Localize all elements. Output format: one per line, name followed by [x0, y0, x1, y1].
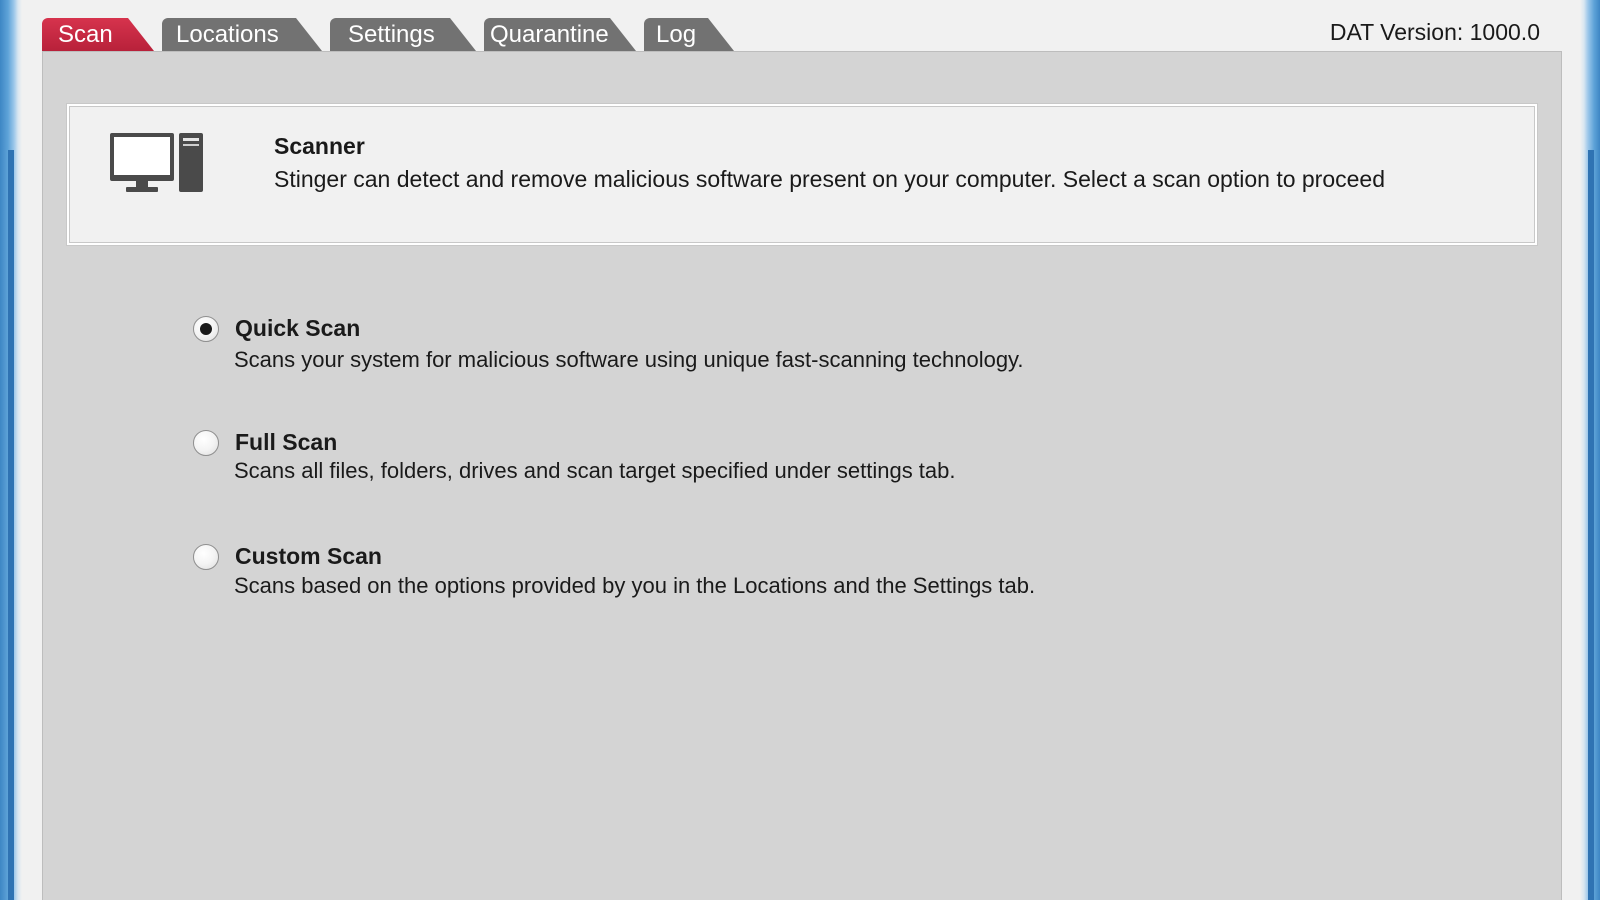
- full-scan-label: Full Scan: [235, 429, 338, 455]
- tab-locations[interactable]: Locations: [162, 18, 322, 51]
- custom-scan-description: Scans based on the options provided by y…: [234, 573, 1036, 598]
- tab-settings[interactable]: Settings: [330, 18, 476, 51]
- tab-log[interactable]: Log: [644, 18, 734, 51]
- scan-panel: Scanner Stinger can detect and remove ma…: [42, 51, 1562, 900]
- custom-scan-radio[interactable]: [193, 544, 219, 570]
- scanner-info-box: Scanner Stinger can detect and remove ma…: [67, 104, 1537, 245]
- dat-version: DAT Version: 1000.0: [1330, 17, 1540, 47]
- window-frame-right: [1580, 0, 1600, 900]
- tab-strip: Scan Locations Settings Quarantine Log: [42, 17, 742, 51]
- tab-scan[interactable]: Scan: [42, 18, 154, 51]
- full-scan-description: Scans all files, folders, drives and sca…: [234, 458, 956, 483]
- dat-version-label: DAT Version:: [1329, 19, 1464, 45]
- full-scan-radio[interactable]: [193, 430, 219, 456]
- quick-scan-radio[interactable]: [193, 316, 219, 342]
- quick-scan-description: Scans your system for malicious software…: [234, 347, 1024, 372]
- scanner-title: Scanner: [274, 133, 365, 159]
- scanner-description: Stinger can detect and remove malicious …: [274, 166, 1386, 192]
- custom-scan-label: Custom Scan: [235, 543, 382, 569]
- computer-icon: [110, 133, 203, 192]
- tab-quarantine[interactable]: Quarantine: [484, 18, 636, 51]
- quick-scan-label: Quick Scan: [235, 315, 361, 341]
- window-frame-left: [0, 0, 22, 900]
- dat-version-value: 1000.0: [1469, 19, 1540, 45]
